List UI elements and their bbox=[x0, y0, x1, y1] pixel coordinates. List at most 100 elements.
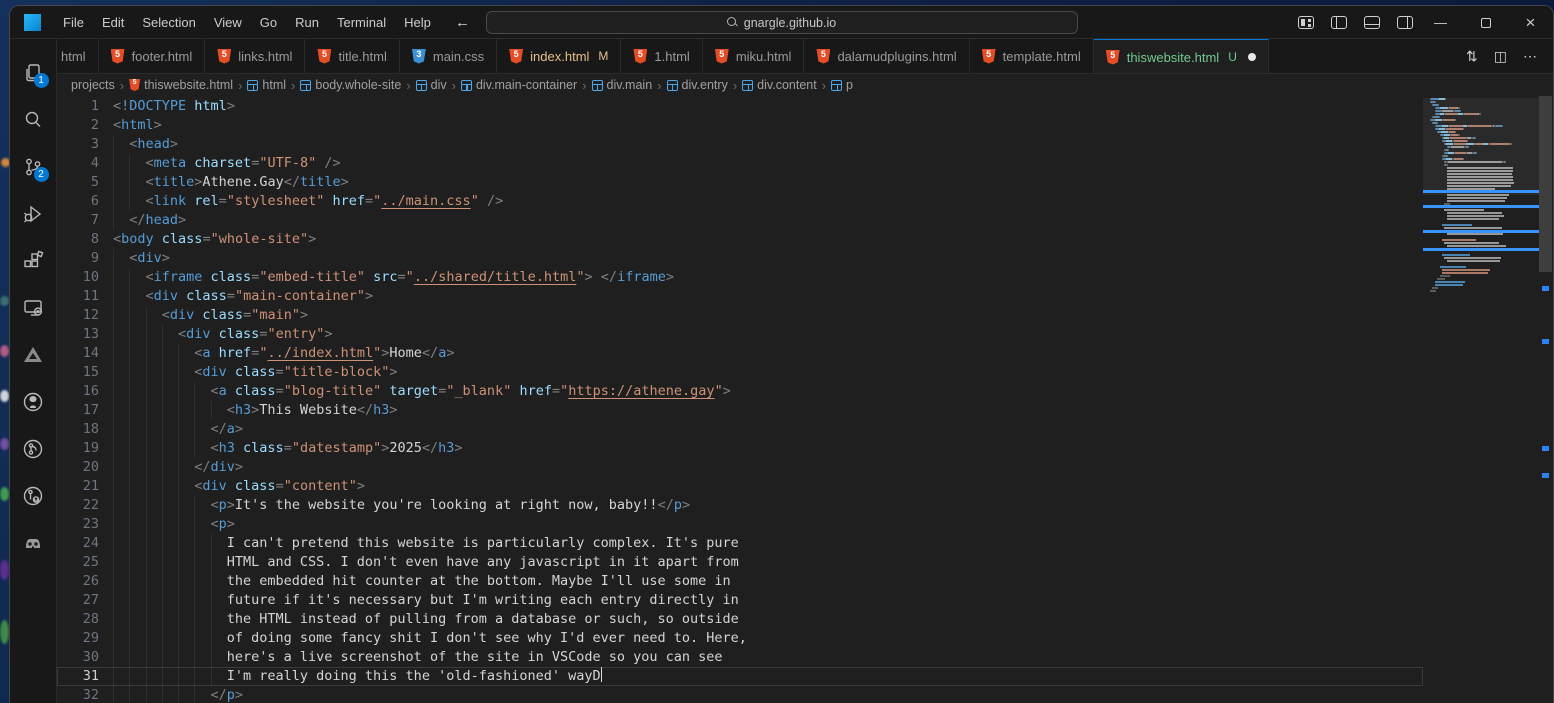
tab-thiswebsite.html[interactable]: 5thiswebsite.htmlU bbox=[1094, 39, 1269, 73]
code-line-10[interactable]: 10 <iframe class="embed-title" src="../s… bbox=[57, 268, 1423, 287]
close-button[interactable]: × bbox=[1508, 6, 1553, 39]
code-line-31[interactable]: 31 I'm really doing this the 'old-fashio… bbox=[57, 667, 1423, 686]
menu-terminal[interactable]: Terminal bbox=[328, 12, 395, 33]
command-center-search[interactable]: gnargle.github.io bbox=[486, 11, 1078, 34]
breadcrumb-div.content[interactable]: div.content bbox=[742, 78, 817, 92]
tab-title.html[interactable]: 5title.html bbox=[305, 39, 399, 73]
breadcrumb-p[interactable]: p bbox=[831, 78, 853, 92]
code-line-7[interactable]: 7 </head> bbox=[57, 211, 1423, 230]
activity-source-control-graph-icon[interactable] bbox=[10, 425, 57, 472]
tab-miku.html[interactable]: 5miku.html bbox=[703, 39, 805, 73]
breadcrumb-body.whole-site[interactable]: body.whole-site bbox=[300, 78, 401, 92]
menu-run[interactable]: Run bbox=[286, 12, 328, 33]
code-line-2[interactable]: 2<html> bbox=[57, 116, 1423, 135]
activity-extensions-icon[interactable] bbox=[10, 237, 57, 284]
code-line-1[interactable]: 1<!DOCTYPE html> bbox=[57, 97, 1423, 116]
code-line-16[interactable]: 16 <a class="blog-title" target="_blank"… bbox=[57, 382, 1423, 401]
toggle-panel-icon[interactable] bbox=[1364, 16, 1380, 29]
open-changes-icon[interactable]: ⇅ bbox=[1460, 46, 1484, 67]
code-editor[interactable]: 1<!DOCTYPE html>2<html>3 <head>4 <meta c… bbox=[57, 96, 1553, 703]
code-line-5[interactable]: 5 <title>Athene.Gay</title> bbox=[57, 173, 1423, 192]
navigate-back-icon[interactable]: ← bbox=[455, 14, 470, 31]
activity-explorer-icon[interactable]: 1 bbox=[10, 49, 57, 96]
unsaved-dot-icon[interactable] bbox=[1248, 53, 1256, 61]
toggle-secondary-sidebar-icon[interactable] bbox=[1397, 16, 1413, 29]
menu-selection[interactable]: Selection bbox=[133, 12, 204, 33]
breadcrumb-div.main[interactable]: div.main bbox=[592, 78, 653, 92]
menu-file[interactable]: File bbox=[54, 12, 93, 33]
breadcrumb-projects[interactable]: projects bbox=[71, 78, 115, 92]
code-line-3[interactable]: 3 <head> bbox=[57, 135, 1423, 154]
activity-triangle-extension-icon[interactable] bbox=[10, 331, 57, 378]
code-line-32[interactable]: 32 </p> bbox=[57, 686, 1423, 703]
menu-help[interactable]: Help bbox=[395, 12, 440, 33]
symbol-cube-icon bbox=[667, 80, 678, 91]
minimap-slider[interactable] bbox=[1423, 98, 1539, 195]
code-line-30[interactable]: 30 here's a live screenshot of the site … bbox=[57, 648, 1423, 667]
code-line-18[interactable]: 18 </a> bbox=[57, 420, 1423, 439]
code-line-22[interactable]: 22 <p>It's the website you're looking at… bbox=[57, 496, 1423, 515]
code-line-24[interactable]: 24 I can't pretend this website is parti… bbox=[57, 534, 1423, 553]
tab-index.html[interactable]: 5index.htmlM bbox=[497, 39, 621, 73]
code-line-14[interactable]: 14 <a href="../index.html">Home</a> bbox=[57, 344, 1423, 363]
titlebar[interactable]: FileEditSelectionViewGoRunTerminalHelp ←… bbox=[10, 6, 1553, 39]
menu-view[interactable]: View bbox=[205, 12, 251, 33]
breadcrumb-div.entry[interactable]: div.entry bbox=[667, 78, 728, 92]
code-line-13[interactable]: 13 <div class="entry"> bbox=[57, 325, 1423, 344]
minimap[interactable] bbox=[1427, 98, 1537, 293]
breadcrumb-div[interactable]: div bbox=[416, 78, 447, 92]
tab-dalamudplugins.html[interactable]: 5dalamudplugins.html bbox=[804, 39, 969, 73]
code-line-27[interactable]: 27 future if it's necessary but I'm writ… bbox=[57, 591, 1423, 610]
desktop-icon bbox=[0, 296, 9, 306]
tab-links.html[interactable]: 5links.html bbox=[205, 39, 305, 73]
activity-remote-explorer-icon[interactable] bbox=[10, 284, 57, 331]
vertical-scrollbar[interactable] bbox=[1538, 96, 1553, 703]
line-number: 27 bbox=[57, 591, 99, 610]
code-line-29[interactable]: 29 of doing some fancy shit I don't see … bbox=[57, 629, 1423, 648]
scrollbar-slider[interactable] bbox=[1539, 96, 1552, 272]
badge: 2 bbox=[34, 167, 49, 182]
breadcrumb-html[interactable]: html bbox=[247, 78, 286, 92]
code-line-21[interactable]: 21 <div class="content"> bbox=[57, 477, 1423, 496]
code-line-8[interactable]: 8<body class="whole-site"> bbox=[57, 230, 1423, 249]
code-line-28[interactable]: 28 the HTML instead of pulling from a da… bbox=[57, 610, 1423, 629]
minimize-button[interactable]: — bbox=[1418, 6, 1463, 39]
breadcrumb-thiswebsite.html[interactable]: 5thiswebsite.html bbox=[129, 78, 233, 92]
code-line-17[interactable]: 17 <h3>This Website</h3> bbox=[57, 401, 1423, 420]
activity-run-and-debug-icon[interactable] bbox=[10, 190, 57, 237]
activity-source-control-icon[interactable]: 2 bbox=[10, 143, 57, 190]
more-actions-icon[interactable]: ⋯ bbox=[1517, 46, 1543, 67]
code-line-11[interactable]: 11 <div class="main-container"> bbox=[57, 287, 1423, 306]
code-line-26[interactable]: 26 the embedded hit counter at the botto… bbox=[57, 572, 1423, 591]
code-line-25[interactable]: 25 HTML and CSS. I don't even have any j… bbox=[57, 553, 1423, 572]
code-line-4[interactable]: 4 <meta charset="UTF-8" /> bbox=[57, 154, 1423, 173]
code-line-19[interactable]: 19 <h3 class="datestamp">2025</h3> bbox=[57, 439, 1423, 458]
menu-go[interactable]: Go bbox=[251, 12, 286, 33]
line-content: I can't pretend this website is particul… bbox=[113, 534, 1423, 553]
code-line-6[interactable]: 6 <link rel="stylesheet" href="../main.c… bbox=[57, 192, 1423, 211]
split-editor-icon[interactable]: ◫ bbox=[1488, 46, 1513, 67]
breadcrumb-div.main-container[interactable]: div.main-container bbox=[461, 78, 577, 92]
activity-godot-tools-icon[interactable] bbox=[10, 519, 57, 566]
code-line-12[interactable]: 12 <div class="main"> bbox=[57, 306, 1423, 325]
code-lines[interactable]: 1<!DOCTYPE html>2<html>3 <head>4 <meta c… bbox=[57, 97, 1423, 703]
tab-1.html[interactable]: 51.html bbox=[621, 39, 702, 73]
code-line-23[interactable]: 23 <p> bbox=[57, 515, 1423, 534]
maximize-button[interactable] bbox=[1463, 6, 1508, 39]
activity-github-pull-requests-icon[interactable] bbox=[10, 472, 57, 519]
toggle-primary-sidebar-icon[interactable] bbox=[1331, 16, 1347, 29]
html-file-icon: 5 bbox=[111, 49, 125, 64]
breadcrumb-separator: › bbox=[289, 78, 297, 93]
customize-layout-icon[interactable] bbox=[1298, 16, 1314, 29]
tab-html[interactable]: html bbox=[57, 39, 99, 73]
code-line-15[interactable]: 15 <div class="title-block"> bbox=[57, 363, 1423, 382]
menu-edit[interactable]: Edit bbox=[93, 12, 133, 33]
activity-github-icon[interactable] bbox=[10, 378, 57, 425]
line-number: 7 bbox=[57, 211, 99, 230]
tab-main.css[interactable]: 3main.css bbox=[400, 39, 497, 73]
activity-search-icon[interactable] bbox=[10, 96, 57, 143]
code-line-9[interactable]: 9 <div> bbox=[57, 249, 1423, 268]
code-line-20[interactable]: 20 </div> bbox=[57, 458, 1423, 477]
tab-footer.html[interactable]: 5footer.html bbox=[99, 39, 206, 73]
tab-template.html[interactable]: 5template.html bbox=[970, 39, 1094, 73]
